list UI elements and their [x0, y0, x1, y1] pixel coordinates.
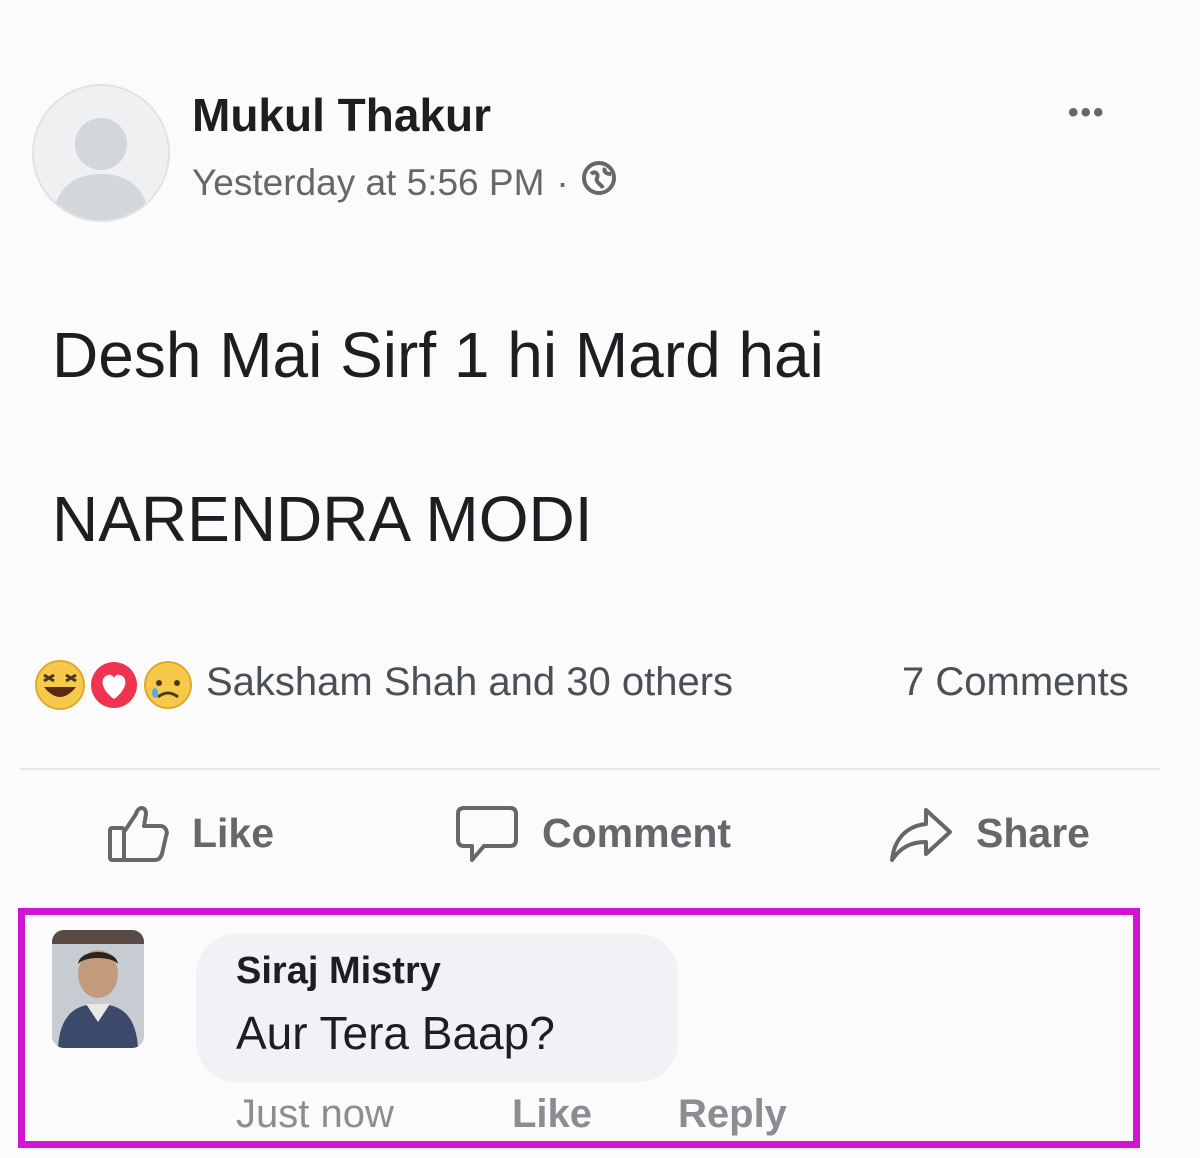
like-label: Like: [192, 809, 275, 856]
meta-separator: ·: [556, 161, 569, 203]
comment-time: Just now: [236, 1092, 394, 1136]
reaction-icons[interactable]: [30, 655, 200, 715]
share-label: Share: [976, 809, 1090, 856]
sad-icon: [142, 659, 194, 711]
divider: [20, 768, 1160, 770]
comment-button[interactable]: Comment: [454, 798, 731, 868]
post-meta: Yesterday at 5:56 PM ·: [192, 160, 617, 205]
haha-icon: [35, 660, 85, 710]
default-profile-icon: [52, 118, 150, 220]
profile-photo-icon: [52, 930, 144, 1048]
author-avatar[interactable]: [32, 84, 170, 222]
share-button[interactable]: Share: [888, 798, 1090, 868]
comment-bubble-icon: [456, 806, 518, 862]
share-arrow-icon: [890, 808, 952, 862]
author-name[interactable]: Mukul Thakur: [192, 88, 491, 142]
globe-icon[interactable]: [581, 160, 617, 205]
thumbs-up-icon: [108, 806, 169, 862]
reactors-text[interactable]: Saksham Shah and 30 others: [206, 660, 733, 705]
commenter-name[interactable]: Siraj Mistry: [236, 950, 441, 993]
love-icon: [88, 659, 140, 711]
post-card: Mukul Thakur Yesterday at 5:56 PM · ••• …: [0, 0, 1200, 1158]
comment-like-link[interactable]: Like: [512, 1092, 592, 1137]
post-text-line1: Desh Mai Sirf 1 hi Mard hai: [52, 319, 824, 391]
more-options-icon[interactable]: •••: [1068, 96, 1106, 130]
comment-text: Aur Tera Baap?: [236, 1007, 555, 1059]
post-text-line2: NARENDRA MODI: [52, 483, 593, 555]
like-button[interactable]: Like: [106, 798, 274, 868]
commenter-avatar[interactable]: [52, 930, 144, 1048]
comment-label: Comment: [542, 809, 732, 856]
comment-reply-link[interactable]: Reply: [678, 1092, 787, 1137]
post-timestamp[interactable]: Yesterday at 5:56 PM: [192, 162, 544, 204]
comments-count[interactable]: 7 Comments: [902, 660, 1129, 705]
